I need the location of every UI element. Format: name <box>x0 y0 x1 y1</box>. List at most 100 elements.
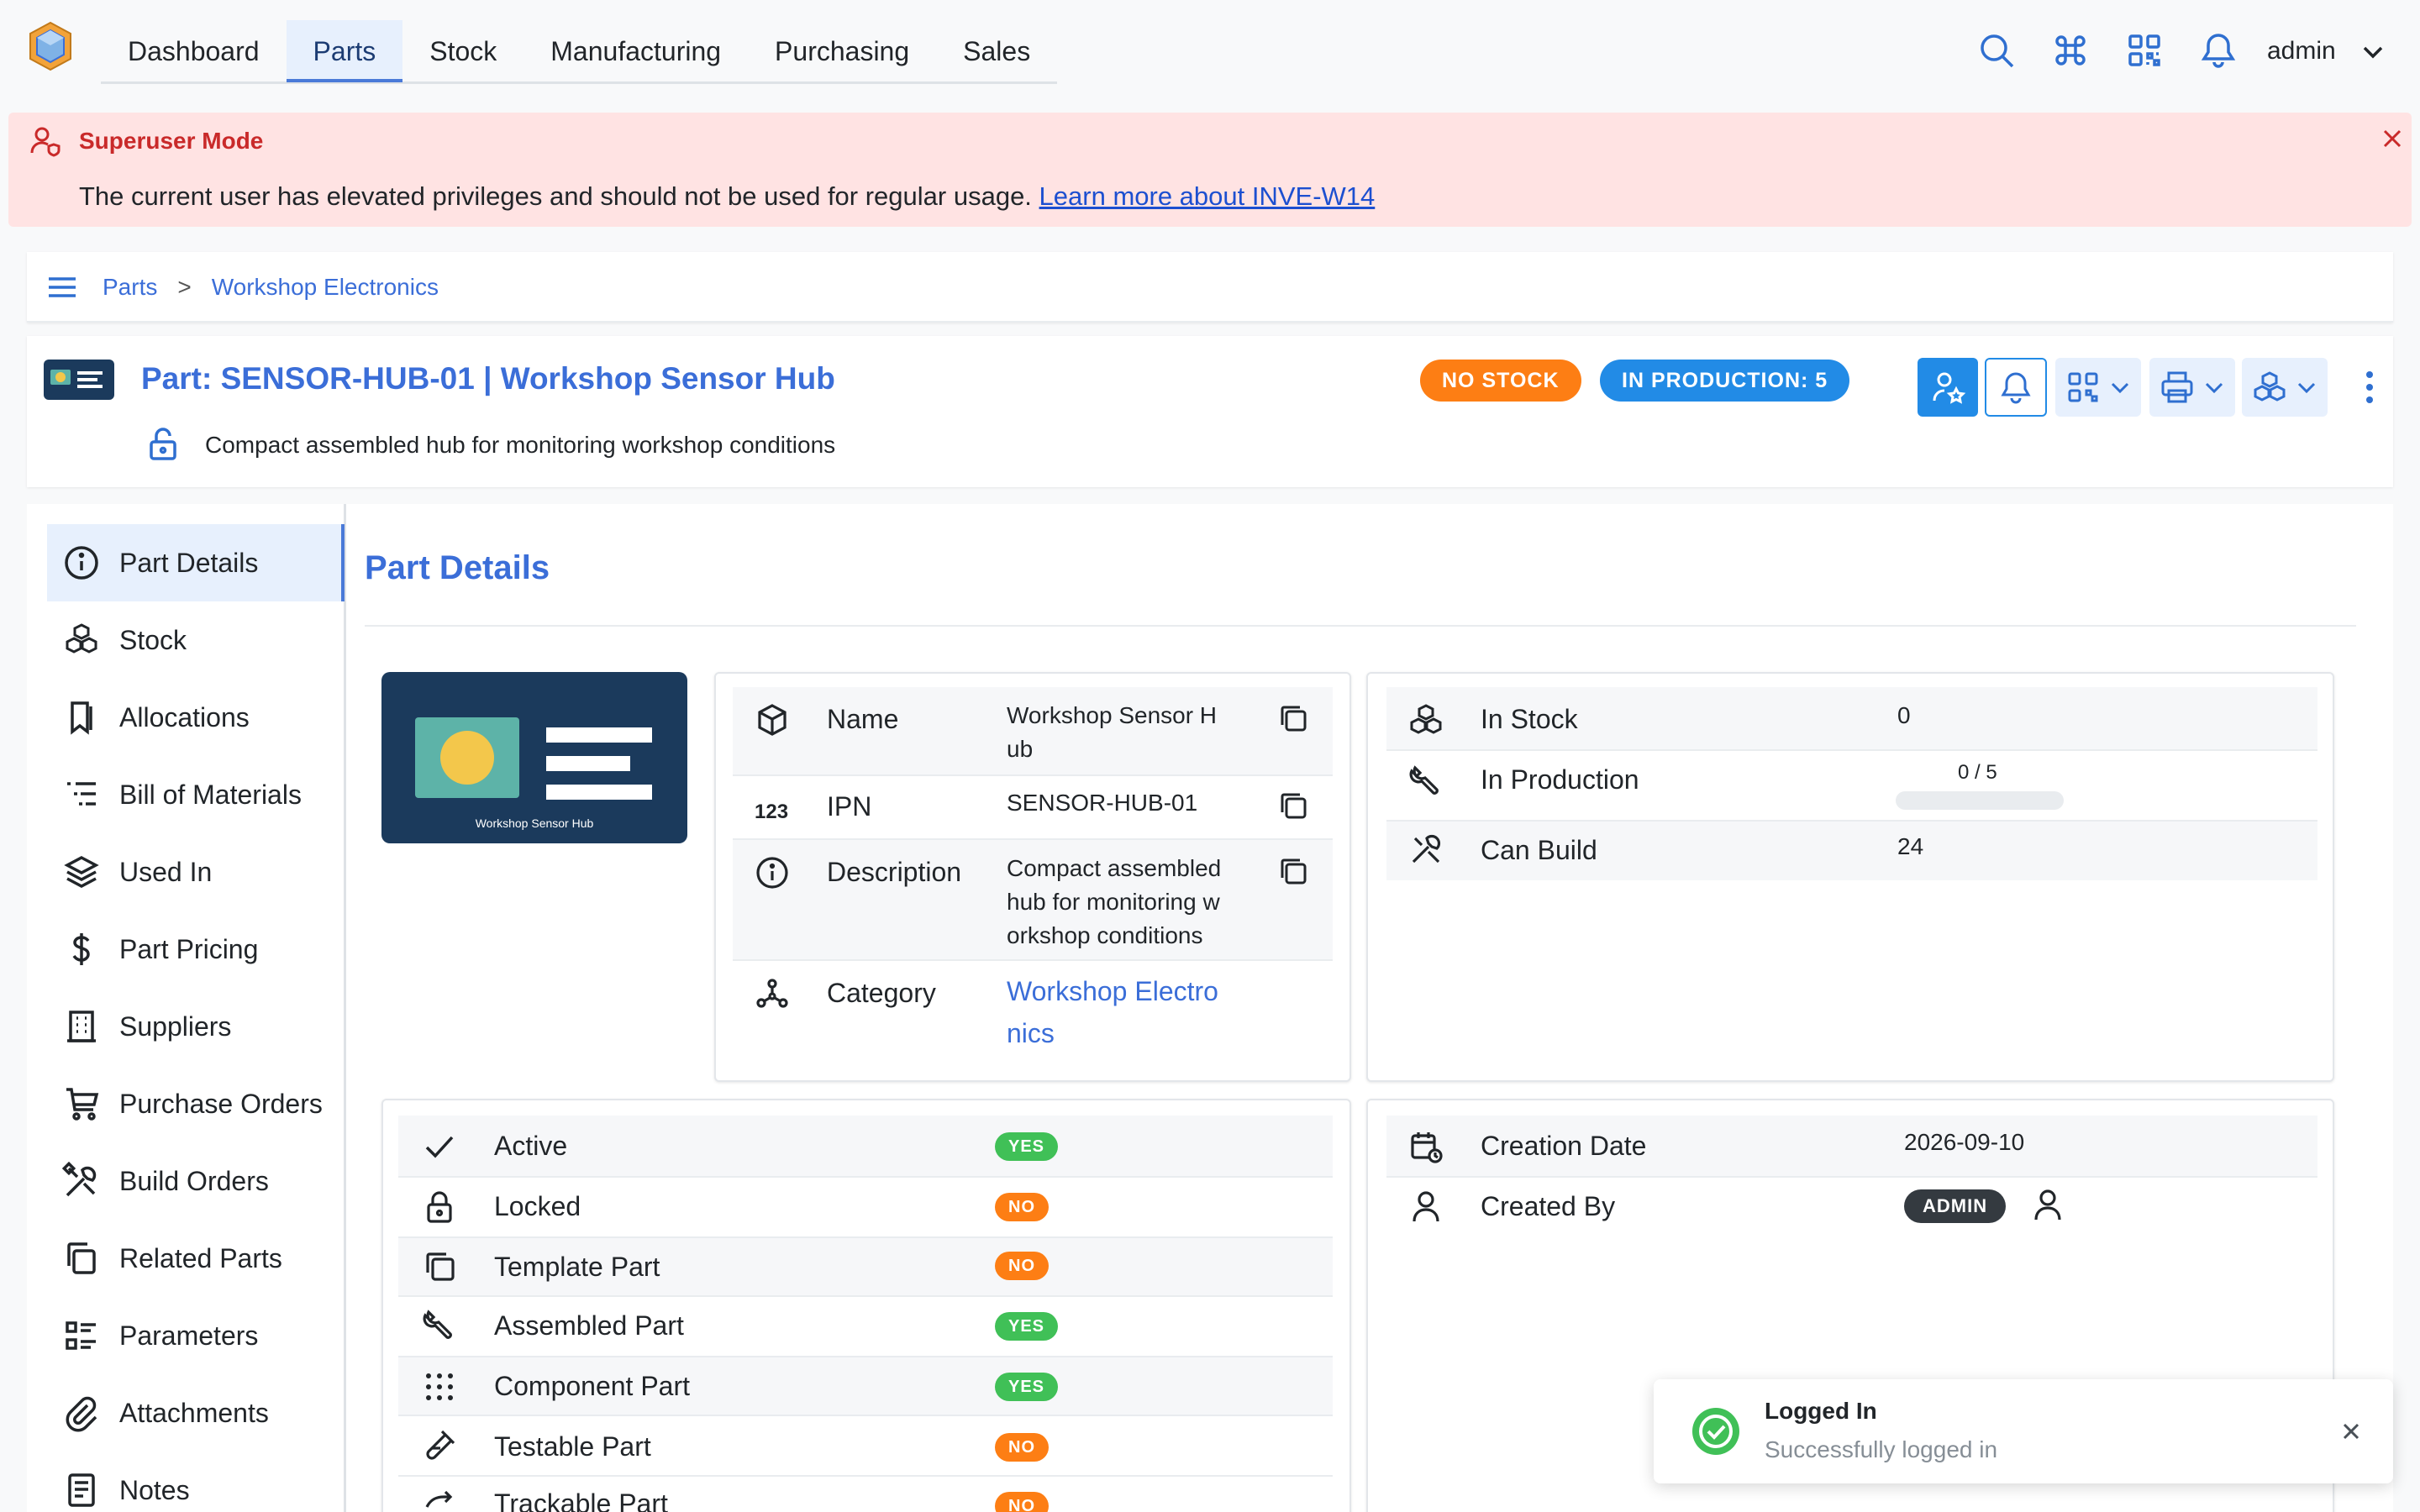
notes-icon <box>68 1473 95 1507</box>
sidebar-item-allocations[interactable]: Allocations <box>47 679 345 756</box>
menu-icon[interactable] <box>45 270 79 304</box>
nav-tab-parts[interactable]: Parts <box>286 20 403 82</box>
wrench-icon <box>423 1310 452 1339</box>
test-pipe-icon <box>426 1430 455 1460</box>
chevron-down-icon[interactable] <box>2360 39 2386 66</box>
sidebar-item-related-parts[interactable]: Related Parts <box>47 1220 345 1297</box>
more-actions-icon[interactable] <box>2353 366 2386 408</box>
flag-trackable-label: Trackable Part <box>494 1488 668 1512</box>
sidebar-item-part-details[interactable]: Part Details <box>47 524 345 601</box>
nav-tab-stock[interactable]: Stock <box>402 20 523 82</box>
nav-tab-purchasing[interactable]: Purchasing <box>748 20 936 82</box>
name-label: Name <box>827 704 899 734</box>
copy-icon[interactable] <box>1277 855 1309 887</box>
list-tree-icon <box>67 782 96 806</box>
barcode-actions-button[interactable] <box>2055 358 2141 417</box>
row-divider <box>398 1295 1333 1297</box>
qr-code-icon[interactable] <box>2124 30 2165 71</box>
sidebar-item-used-in[interactable]: Used In <box>47 833 345 911</box>
close-icon[interactable] <box>2378 124 2407 153</box>
stack-icon <box>64 856 99 888</box>
box-icon <box>758 704 786 736</box>
copy-icon[interactable] <box>1277 790 1309 822</box>
panel-title: Part Details <box>365 549 550 586</box>
copy-icon <box>67 1242 96 1274</box>
sidebar-item-notes[interactable]: Notes <box>47 1452 345 1512</box>
sidebar-item-label: Bill of Materials <box>119 779 302 810</box>
sidebar-item-bom[interactable]: Bill of Materials <box>47 756 345 833</box>
sidebar-item-parameters[interactable]: Parameters <box>47 1297 345 1374</box>
in-production-progress <box>1896 791 2064 810</box>
sidebar-item-label: Used In <box>119 856 213 887</box>
row-divider <box>1386 1176 2317 1178</box>
check-circle-icon <box>1692 1408 1739 1455</box>
nav-tab-manufacturing[interactable]: Manufacturing <box>523 20 748 82</box>
stock-actions-button[interactable] <box>2242 358 2328 417</box>
info-icon <box>65 546 98 580</box>
bell-icon[interactable] <box>2198 30 2238 71</box>
toast-message: Successfully logged in <box>1765 1436 1998 1462</box>
top-bar: Dashboard Parts Stock Manufacturing Purc… <box>0 0 2420 108</box>
ipn-label: IPN <box>827 791 872 822</box>
cart-icon <box>66 1088 99 1121</box>
sidebar-item-stock[interactable]: Stock <box>47 601 345 679</box>
qr-code-icon <box>2068 372 2098 402</box>
command-icon[interactable] <box>2050 30 2091 71</box>
app-logo-icon[interactable] <box>27 20 74 72</box>
sidebar-item-label: Attachments <box>119 1397 269 1428</box>
ipn-value: SENSOR-HUB-01 <box>1007 790 1198 816</box>
calendar-clock-icon <box>1411 1132 1443 1163</box>
category-link-line-2[interactable]: nics <box>1007 1011 1055 1055</box>
sidebar-item-build-orders[interactable]: Build Orders <box>47 1142 345 1220</box>
printer-icon <box>2161 371 2193 403</box>
copy-icon[interactable] <box>1277 702 1309 734</box>
flag-assembled-label: Assembled Part <box>494 1310 684 1341</box>
lock-icon <box>427 1191 452 1223</box>
flag-testable-badge: NO <box>995 1433 1049 1462</box>
no-stock-badge: NO STOCK <box>1420 360 1581 402</box>
category-link-line-1[interactable]: Workshop Electro <box>1007 969 1218 1013</box>
subscribe-user-button[interactable] <box>1918 358 1978 417</box>
sidebar-item-purchase-orders[interactable]: Purchase Orders <box>47 1065 345 1142</box>
flag-component-badge: YES <box>995 1373 1059 1401</box>
user-icon <box>2034 1189 2061 1221</box>
flag-active-badge: YES <box>995 1132 1059 1161</box>
breadcrumb-parts[interactable]: Parts <box>103 274 157 301</box>
flag-template-label: Template Part <box>494 1252 660 1282</box>
in-production-badge: IN PRODUCTION: 5 <box>1600 360 1850 402</box>
description-value-line-2: hub for monitoring w <box>1007 889 1220 915</box>
notify-button[interactable] <box>1985 358 2047 417</box>
info-icon <box>756 857 788 889</box>
flag-locked-badge: NO <box>995 1193 1049 1221</box>
nav-tab-sales[interactable]: Sales <box>936 20 1057 82</box>
description-value-line-1: Compact assembled <box>1007 855 1222 881</box>
close-icon[interactable] <box>2338 1418 2365 1445</box>
part-image[interactable]: Workshop Sensor Hub <box>381 672 687 843</box>
dollar-icon <box>72 933 90 965</box>
nav-tab-dashboard[interactable]: Dashboard <box>101 20 287 82</box>
copy-icon <box>426 1252 455 1281</box>
flag-active-label: Active <box>494 1131 568 1161</box>
user-icon <box>1413 1191 1439 1222</box>
can-build-label: Can Build <box>1481 835 1597 865</box>
created-by-badge[interactable]: ADMIN <box>1904 1189 2007 1223</box>
sidebar-item-part-pricing[interactable]: Part Pricing <box>47 911 345 988</box>
alert-learn-more-link[interactable]: Learn more about INVE-W14 <box>1039 181 1376 211</box>
row-divider <box>398 1475 1333 1477</box>
tools-icon <box>1412 834 1441 864</box>
row-divider <box>398 1176 1333 1178</box>
sidebar-item-label: Purchase Orders <box>119 1088 323 1119</box>
user-menu-label[interactable]: admin <box>2267 37 2336 66</box>
superuser-alert: Superuser Mode The current user has elev… <box>8 113 2412 227</box>
breadcrumb: Parts > Workshop Electronics <box>27 252 2393 323</box>
print-actions-button[interactable] <box>2149 358 2235 417</box>
search-icon[interactable] <box>1976 30 2017 71</box>
alert-message: The current user has elevated privileges… <box>79 181 1375 212</box>
user-star-icon <box>1933 372 1966 404</box>
flag-assembled-badge: YES <box>995 1312 1059 1341</box>
created-by-label: Created By <box>1481 1191 1616 1221</box>
sidebar-item-attachments[interactable]: Attachments <box>47 1374 345 1452</box>
part-thumbnail[interactable] <box>44 360 114 400</box>
breadcrumb-category[interactable]: Workshop Electronics <box>212 274 439 301</box>
sidebar-item-suppliers[interactable]: Suppliers <box>47 988 345 1065</box>
